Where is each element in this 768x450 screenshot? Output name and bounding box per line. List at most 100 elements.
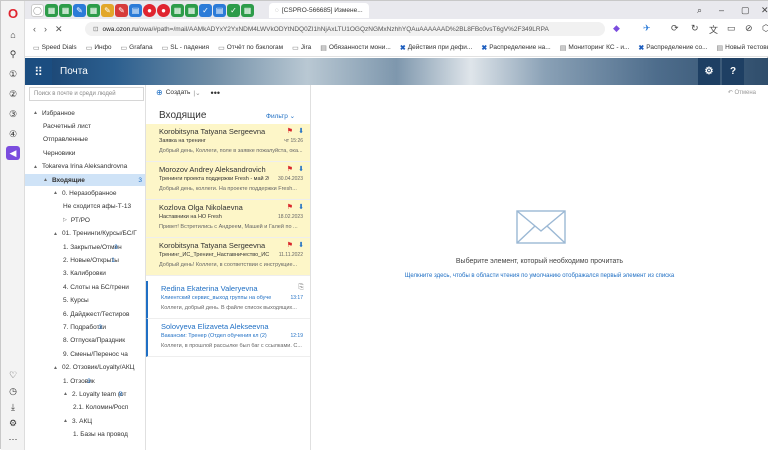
bookmark-item[interactable]: ▭Grafana (121, 44, 153, 52)
messenger-icon[interactable]: ◀ (6, 146, 20, 160)
tab-edit-icon[interactable]: ✎ (73, 4, 86, 17)
filter-dropdown[interactable]: Фильтр ⌄ (266, 112, 295, 120)
folder-item[interactable]: 2. Новые/Открыты1 (63, 254, 119, 266)
bookmark-icon[interactable]: ⚲ (6, 47, 20, 61)
collapse-icon[interactable]: ▲ (33, 110, 38, 116)
download-icon[interactable]: ⤓ (6, 400, 20, 414)
tab-sheet-icon[interactable]: ▦ (45, 4, 58, 17)
help-icon[interactable]: ? (722, 58, 744, 85)
message-item[interactable]: Redina Ekaterina ValeryevnaКлиентский се… (146, 281, 311, 319)
app-launcher-icon[interactable]: ⠿ (25, 58, 52, 85)
bookmark-item[interactable]: ✖Распределение со... (638, 44, 707, 52)
message-item[interactable]: Korobitsyna Tatyana SergeevnaЗаявка на т… (146, 124, 311, 162)
collapse-icon[interactable]: ▲ (53, 365, 58, 371)
folder-item[interactable]: 6. Дайджест/Тестиров (63, 308, 129, 320)
collapse-icon[interactable]: ▲ (43, 177, 48, 183)
folder-item[interactable]: 5. Курсы (63, 295, 89, 307)
flag-icon[interactable]: ⚑ (287, 241, 293, 249)
collapse-icon[interactable]: ▲ (53, 190, 58, 196)
minimize-icon[interactable]: – (719, 5, 724, 15)
stop-icon[interactable]: ✕ (55, 24, 63, 35)
folder-item[interactable]: Отправленные (43, 134, 88, 146)
tab-doc-icon[interactable]: ✎ (101, 4, 114, 17)
tab-doc-icon[interactable]: ▤ (129, 4, 142, 17)
collapse-icon[interactable]: ▲ (63, 418, 68, 424)
message-item[interactable]: Solovyeva Elizaveta AlekseevnaВакансии: … (146, 319, 311, 357)
bookmark-item[interactable]: ✖Действия при дефи... (400, 44, 473, 52)
tab-sheet-icon[interactable]: ▦ (59, 4, 72, 17)
extension-icon[interactable]: ✈ (643, 23, 651, 34)
folder-item[interactable]: 1. Закрытые/Отмен3 (63, 241, 122, 253)
tab-record-icon[interactable]: ● (157, 4, 170, 17)
bookmark-item[interactable]: ▭Speed Dials (33, 44, 77, 52)
vpn-icon[interactable]: ◆ (613, 23, 620, 34)
tab-sheet-icon[interactable]: ▦ (185, 4, 198, 17)
more-actions-icon[interactable]: ••• (211, 88, 220, 98)
folder-item[interactable]: 1. Базы на провод (73, 429, 128, 441)
close-window-icon[interactable]: ✕ (761, 5, 768, 16)
search-tabs-icon[interactable]: ⌕ (697, 5, 702, 16)
folder-item[interactable]: 2.1. Коломин/Росп (73, 402, 128, 414)
bookmark-item[interactable]: ▭Jira (292, 44, 311, 52)
bookmark-item[interactable]: ▤Новый тестовый ст... (717, 44, 768, 52)
folder-item[interactable]: 1. Отзовик3 (63, 375, 95, 387)
more-icon[interactable]: ⋯ (6, 432, 20, 446)
sync-icon[interactable]: ⟳ (671, 23, 679, 34)
folder-item[interactable]: ▲01. Тренинги/Курсы/БС/Г (53, 228, 137, 240)
workspace-3-icon[interactable]: ③ (6, 107, 20, 121)
bookmark-item[interactable]: ▤Обязанности мони... (320, 44, 391, 52)
bookmark-item[interactable]: ▭Инфо (86, 44, 112, 52)
message-item[interactable]: Kozlova Olga NikolaevnaНаставники на НО … (146, 200, 311, 238)
back-icon[interactable]: ‹ (33, 24, 36, 34)
forward-icon[interactable]: › (44, 24, 47, 34)
bookmark-item[interactable]: ▭Отчёт по бэклогам (218, 44, 283, 52)
maximize-icon[interactable]: ▢ (741, 5, 750, 16)
folder-item[interactable]: 7. Подработки3 (63, 321, 106, 333)
folder-item[interactable]: Расчетный лист (43, 120, 91, 132)
settings-gear-icon[interactable]: ⚙ (698, 58, 720, 85)
folder-item[interactable]: Не сходится афы-Т-13 (63, 201, 131, 213)
folder-item[interactable]: ▲Избранное (33, 107, 75, 119)
ad-block-icon[interactable]: ⊘ (745, 23, 753, 34)
flag-icon[interactable]: ⚑ (287, 165, 293, 173)
folder-item[interactable]: ▲0. Неразобранное (53, 187, 117, 199)
tab-doc-icon[interactable]: ▤ (213, 4, 226, 17)
bookmark-item[interactable]: ✖Распределение на... (481, 44, 550, 52)
folder-item[interactable]: Черновики (43, 147, 75, 159)
reload-icon[interactable]: ↻ (691, 23, 699, 34)
tab-doc-icon[interactable]: ✎ (115, 4, 128, 17)
workspace-2-icon[interactable]: ② (6, 87, 20, 101)
opera-logo-icon[interactable]: O (6, 6, 20, 20)
folder-item[interactable]: 3. Калибровки (63, 268, 106, 280)
translate-icon[interactable]: 文 (709, 23, 718, 36)
home-icon[interactable]: ⌂ (6, 28, 20, 42)
create-dropdown-icon[interactable]: |⌄ (193, 89, 200, 97)
folder-item[interactable]: 9. Смены/Перенос ча (63, 348, 128, 360)
folder-item[interactable]: ▲Входящие3 (25, 174, 146, 186)
folder-item[interactable]: ▲02. Отзовик/Loyalty/АКЦ (53, 362, 134, 374)
active-tab[interactable]: ◌[CSPRO-566685] Измене... (269, 3, 369, 18)
pin-icon[interactable]: ⬇ (298, 241, 304, 249)
folder-item[interactable]: 4. Слоты на БС/трени (63, 281, 129, 293)
history-icon[interactable]: ◷ (6, 384, 20, 398)
bookmark-item[interactable]: ▭SL - падения (162, 44, 209, 52)
reader-icon[interactable]: ▭ (727, 23, 736, 34)
pin-icon[interactable]: ⬇ (298, 203, 304, 211)
bookmark-item[interactable]: ▤Мониторинг КС - и... (560, 44, 630, 52)
flag-icon[interactable]: ⚑ (287, 127, 293, 135)
workspace-1-icon[interactable]: ① (6, 67, 20, 81)
create-button[interactable]: Создать (166, 89, 191, 96)
settings-icon[interactable]: ⚙ (6, 416, 20, 430)
message-item[interactable]: Morozov Andrey AleksandrovichТренинги пр… (146, 162, 311, 200)
tab-sheet-icon[interactable]: ▦ (171, 4, 184, 17)
tab-sheet-icon[interactable]: ▦ (241, 4, 254, 17)
pin-icon[interactable]: ⬇ (298, 165, 304, 173)
tab-sheet-icon[interactable]: ▦ (87, 4, 100, 17)
message-item[interactable]: Korobitsyna Tatyana SergeevnaТренинг_ИС_… (146, 238, 311, 276)
folder-item[interactable]: 8. Отпуска/Праздник (63, 335, 125, 347)
pin-icon[interactable]: ⬇ (298, 127, 304, 135)
url-field[interactable]: ⊡ owa.ozon.ru/owa/#path=/mail/AAMkADYxY2… (85, 22, 605, 36)
collapse-icon[interactable]: ▲ (63, 391, 68, 397)
tab-check-icon[interactable]: ✓ (227, 4, 240, 17)
heart-icon[interactable]: ♡ (6, 368, 20, 382)
